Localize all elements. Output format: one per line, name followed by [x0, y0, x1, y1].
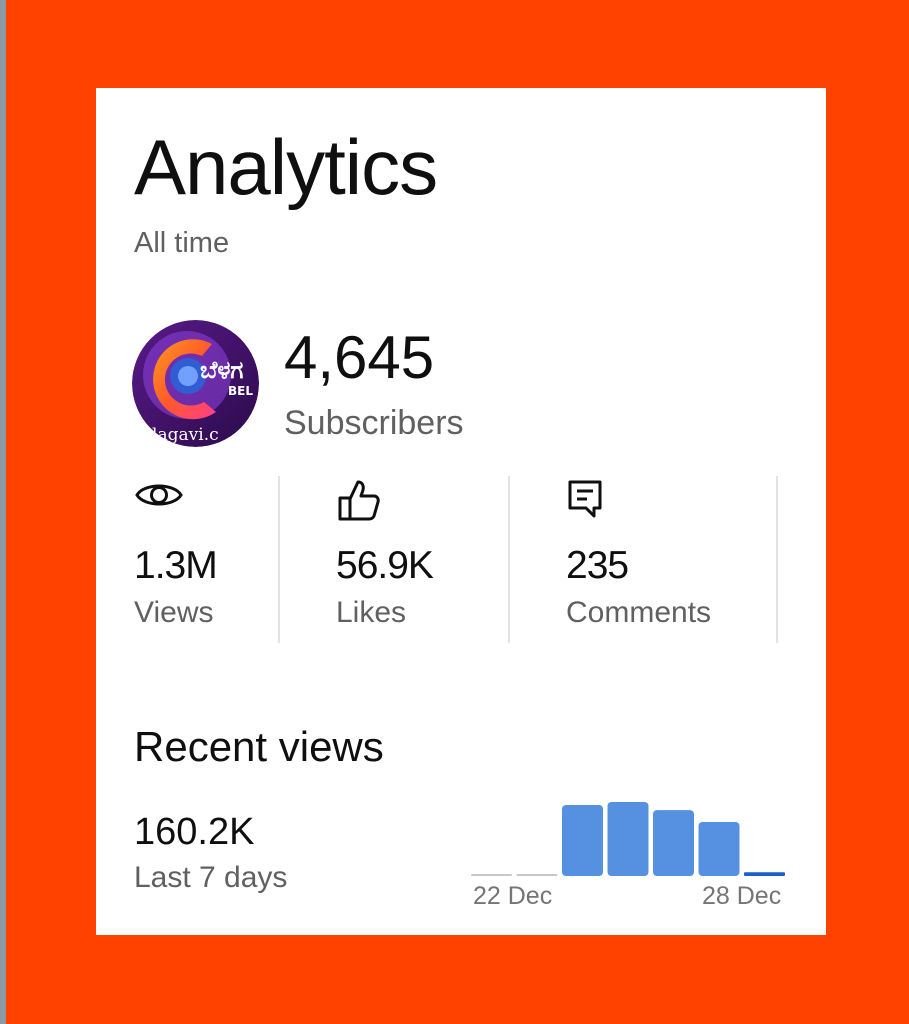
comment-icon	[568, 480, 602, 518]
comments-label: Comments	[566, 596, 712, 629]
analytics-card: Analytics All time ಬೆಳಗ BEL elagavi.c 4,…	[96, 88, 826, 935]
views-label: Views	[134, 596, 214, 629]
chart-bar[interactable]	[744, 872, 785, 876]
subscriber-count: 4,645	[284, 324, 435, 391]
chart-bar[interactable]	[471, 874, 512, 876]
likes-value: 56.9K	[336, 544, 434, 587]
recent-views-title: Recent views	[134, 723, 384, 770]
recent-views-period: Last 7 days	[134, 861, 288, 894]
chart-bar[interactable]	[516, 874, 558, 876]
stat-likes[interactable]: 56.9K Likes	[336, 476, 506, 644]
likes-label: Likes	[336, 596, 407, 629]
time-range-label: All time	[134, 227, 230, 259]
logo-text-top: ಬೆಳಗ	[200, 356, 243, 384]
recent-views-value: 160.2K	[134, 811, 255, 853]
views-value: 1.3M	[134, 544, 218, 587]
stat-divider	[776, 476, 778, 643]
chart-bar[interactable]	[653, 810, 694, 876]
logo-text-bottom: elagavi.c	[142, 425, 219, 445]
thumbs-up-icon	[338, 480, 380, 521]
eye-icon	[135, 484, 183, 506]
stat-divider	[508, 476, 510, 643]
window-edge	[0, 0, 6, 1024]
stat-comments[interactable]: 235 Comments	[566, 476, 766, 644]
chart-start-label: 22 Dec	[473, 882, 553, 910]
chart-end-label: 28 Dec	[702, 882, 782, 910]
stat-views[interactable]: 1.3M Views	[134, 476, 274, 644]
chart-bar[interactable]	[698, 821, 740, 876]
chart-bar[interactable]	[607, 802, 649, 876]
stat-divider	[278, 476, 280, 643]
chart-bar[interactable]	[562, 804, 603, 876]
channel-logo-icon: ಬೆಳಗ BEL elagavi.c	[132, 320, 259, 447]
comments-value: 235	[566, 544, 629, 587]
subscriber-label: Subscribers	[284, 404, 464, 442]
logo-text-side: BEL	[228, 384, 253, 398]
page-title: Analytics	[134, 123, 438, 211]
channel-avatar[interactable]: ಬೆಳಗ BEL elagavi.c	[132, 320, 259, 447]
